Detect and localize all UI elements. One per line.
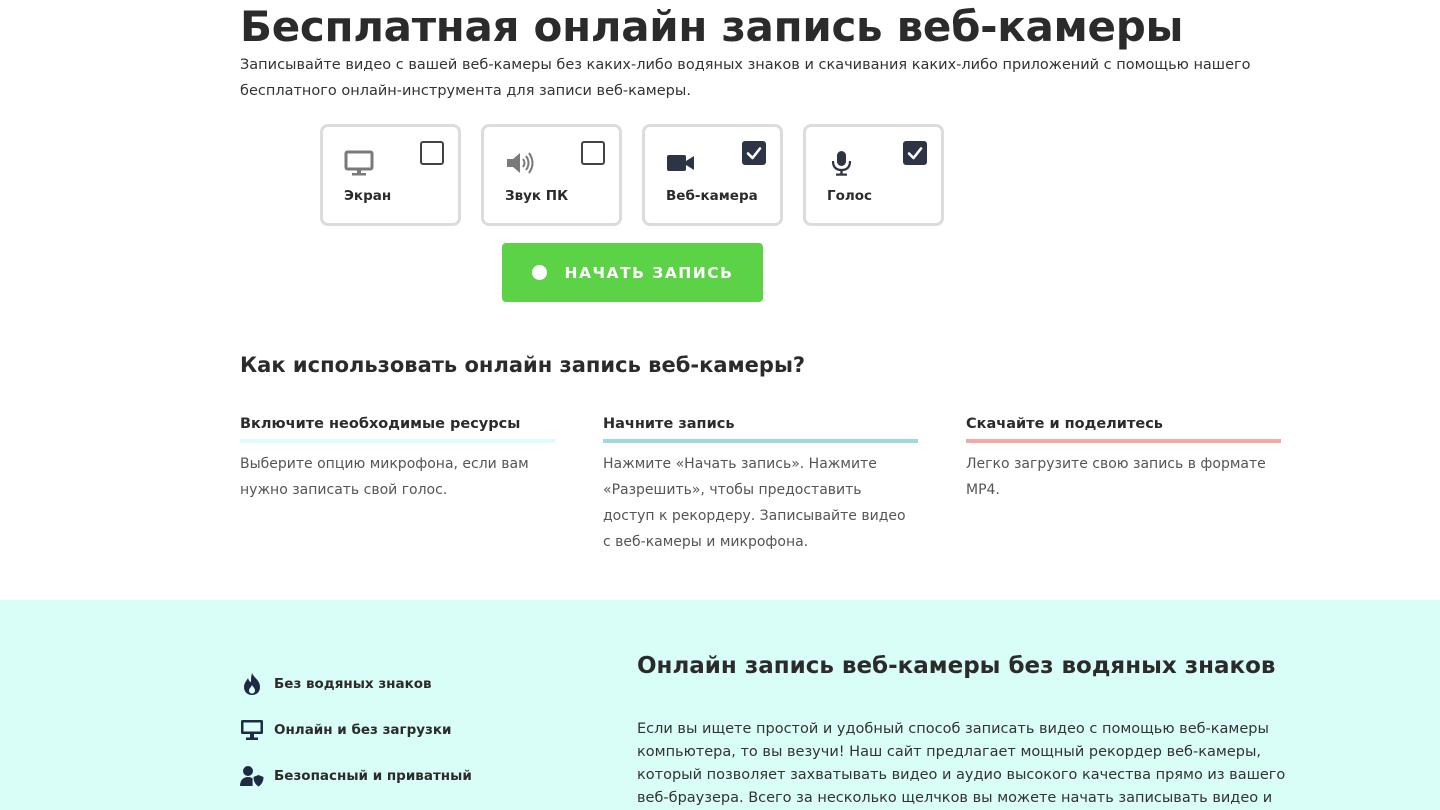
option-screen[interactable]: Экран — [320, 124, 461, 226]
start-recording-button[interactable]: НАЧАТЬ ЗАПИСЬ — [502, 243, 763, 302]
option-checkbox-checked[interactable] — [742, 141, 766, 165]
info-title: Онлайн запись веб-камеры без водяных зна… — [637, 653, 1276, 679]
step-3: Скачайте и поделитесь Легко загрузите св… — [966, 416, 1281, 555]
page-subtitle: Записывайте видео с вашей веб-камеры без… — [240, 57, 1251, 99]
feature-label: Без водяных знаков — [274, 676, 432, 692]
check-icon — [907, 147, 923, 160]
step-title: Начните запись — [603, 416, 918, 443]
option-checkbox-checked[interactable] — [903, 141, 927, 165]
record-dot-icon — [531, 265, 547, 280]
monitor-icon — [241, 720, 263, 740]
info-text: Если вы ищете простой и удобный способ з… — [637, 721, 1286, 806]
flame-icon — [244, 673, 260, 695]
check-icon — [746, 147, 762, 160]
page-title: Бесплатная онлайн запись веб-камеры — [240, 2, 1184, 51]
option-checkbox[interactable] — [581, 141, 605, 165]
option-checkbox[interactable] — [420, 141, 444, 165]
feature-item: Онлайн и без загрузки — [240, 716, 472, 744]
how-to-title: Как использовать онлайн запись веб-камер… — [240, 353, 806, 377]
feature-item: Безопасный и приватный — [240, 762, 472, 790]
option-pc-sound[interactable]: Звук ПК — [481, 124, 622, 226]
feature-label: Онлайн и без загрузки — [274, 722, 452, 738]
start-recording-label: НАЧАТЬ ЗАПИСЬ — [564, 263, 734, 282]
step-title: Скачайте и поделитесь — [966, 416, 1281, 443]
user-shield-icon — [240, 766, 264, 787]
option-label: Веб-камера — [666, 188, 758, 204]
step-text: Легко загрузите свою запись в формате MP… — [966, 456, 1266, 498]
how-to-steps: Включите необходимые ресурсы Выберите оп… — [240, 416, 1281, 555]
feature-list: Без водяных знаков Онлайн и без загрузки… — [240, 670, 472, 808]
step-2: Начните запись Нажмите «Начать запись». … — [603, 416, 918, 555]
option-voice[interactable]: Голос — [803, 124, 944, 226]
step-text: Выберите опцию микрофона, если вам нужно… — [240, 456, 529, 498]
feature-label: Безопасный и приватный — [274, 768, 472, 784]
option-webcam[interactable]: Веб-камера — [642, 124, 783, 226]
step-title: Включите необходимые ресурсы — [240, 416, 555, 443]
video-camera-icon — [667, 155, 694, 171]
microphone-icon — [831, 151, 852, 176]
recording-options: Экран Звук ПК Веб-камера Голос — [320, 124, 944, 226]
step-text: Нажмите «Начать запись». Нажмите «Разреш… — [603, 456, 906, 550]
step-1: Включите необходимые ресурсы Выберите оп… — [240, 416, 555, 555]
feature-item: Без водяных знаков — [240, 670, 472, 698]
option-label: Голос — [827, 188, 873, 204]
monitor-icon — [344, 150, 374, 176]
speaker-icon — [507, 152, 534, 174]
option-label: Звук ПК — [505, 188, 569, 204]
option-label: Экран — [344, 188, 392, 204]
